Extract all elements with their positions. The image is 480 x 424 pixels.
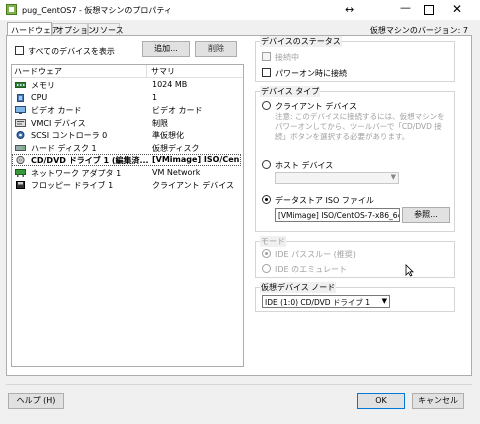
hardware-name: ネットワーク アダプタ 1 [31,168,122,178]
title-bar: pug_CentOS7 - 仮想マシンのプロパティ ↔ — ✕ [0,0,480,20]
hardware-name: VMCI デバイス [31,118,86,128]
video-card-icon [15,106,26,114]
virtual-device-node-group: 仮想デバイス ノード IDE (1:0) CD/DVD ドライブ 1 ▼ [255,282,455,312]
help-button[interactable]: ヘルプ (H) [8,393,64,409]
hardware-row[interactable]: SCSI コントローラ 0 準仮想化 [12,129,241,141]
memory-icon [15,81,26,89]
connected-label: 接続中 [275,53,299,62]
ide-emulation-radio[interactable] [262,264,271,273]
mode-title: モード [260,236,286,247]
connect-at-power-on-checkbox[interactable] [262,68,271,77]
hardware-name: ハード ディスク 1 [31,143,97,153]
ide-passthrough-radio[interactable] [262,249,271,258]
ide-passthrough-label: IDE パススルー (推奨) [275,250,356,259]
browse-button[interactable]: 参照... [402,207,450,223]
hardware-summary: [VMimage] ISO/Cen... [152,155,240,164]
column-hardware[interactable]: ハードウェア [14,66,62,77]
host-device-label: ホスト デバイス [275,161,334,170]
hardware-name: フロッピー ドライブ 1 [31,181,114,190]
virtual-device-node-select[interactable]: IDE (1:0) CD/DVD ドライブ 1 ▼ [262,295,390,308]
connect-at-power-on-label: パワーオン時に接続 [275,69,347,78]
vmci-icon [15,118,26,127]
hardware-row[interactable]: ハード ディスク 1 仮想ディスク [12,142,241,154]
floppy-icon [15,181,26,189]
hardware-row[interactable]: VMCI デバイス 制限 [12,117,241,129]
footer-divider [6,384,472,385]
add-button[interactable]: 追加... [142,41,190,57]
hardware-row[interactable]: フロッピー ドライブ 1 クライアント デバイス [12,179,241,191]
hardware-summary: 1 [152,92,158,102]
client-device-radio[interactable] [262,101,271,110]
hardware-row[interactable]: メモリ 1024 MB [12,79,241,91]
cd-dvd-icon [15,155,26,165]
datastore-iso-path-field[interactable]: [VMimage] ISO/CentOS-7-x86_64-Mi [275,208,400,222]
hardware-summary: 1024 MB [152,80,188,89]
virtual-device-node-title: 仮想デバイス ノード [260,282,337,293]
minimize-icon[interactable]: — [400,1,411,14]
hard-disk-icon [15,144,26,152]
cpu-icon [15,93,26,102]
hardware-summary: 準仮想化 [152,131,184,140]
hardware-row[interactable]: ネットワーク アダプタ 1 VM Network [12,167,241,179]
scsi-icon [15,131,26,139]
network-adapter-icon [15,168,26,177]
hardware-row[interactable]: CD/DVD ドライブ 1 (編集済... [VMimage] ISO/Cen..… [12,154,241,166]
chevron-down-icon: ▼ [390,173,396,181]
datastore-iso-radio[interactable] [262,195,271,204]
show-all-devices-checkbox[interactable] [15,46,24,55]
close-icon[interactable]: ✕ [452,2,462,16]
mode-group: モード IDE パススルー (推奨) IDE のエミュレート [255,236,455,278]
app-icon [6,4,17,15]
window-title: pug_CentOS7 - 仮想マシンのプロパティ [22,6,172,15]
ok-button[interactable]: OK [357,393,405,409]
device-status-group: デバイスのステータス 接続中 パワーオン時に接続 [255,36,455,82]
hardware-row[interactable]: CPU 1 [12,92,241,104]
hardware-list-header: ハードウェア サマリ [12,65,243,78]
hardware-summary: クライアント デバイス [152,181,234,190]
device-status-title: デバイスのステータス [260,36,342,47]
cancel-button[interactable]: キャンセル [412,393,464,409]
hardware-name: メモリ [31,81,55,90]
hardware-name: SCSI コントローラ 0 [31,131,108,140]
hardware-summary: VM Network [152,167,201,177]
connected-checkbox[interactable] [262,52,271,61]
hardware-summary: ビデオ カード [152,106,203,115]
remove-button[interactable]: 削除 [195,41,237,57]
device-type-title: デバイス タイプ [260,86,321,97]
hardware-list[interactable]: ハードウェア サマリ メモリ 1024 MB CPU 1 ビデオ カード ビデオ カード V… [11,64,244,367]
hardware-row[interactable]: ビデオ カード ビデオ カード [12,104,241,116]
device-type-group: デバイス タイプ クライアント デバイス 注意: このデバイスに接続するには、仮… [255,86,455,232]
maximize-icon[interactable] [424,5,434,15]
chevron-down-icon: ▼ [381,297,387,305]
mouse-pointer-icon [405,264,414,279]
hardware-name: ビデオ カード [31,106,82,115]
tab-hardware[interactable]: ハードウェア [7,22,59,36]
ide-emulation-label: IDE のエミュレート [275,265,347,274]
hardware-name: CPU [31,92,48,102]
move-cursor-icon: ↔ [345,3,355,16]
host-device-radio[interactable] [262,160,271,169]
show-all-devices-label: すべてのデバイスを表示 [28,47,115,56]
client-device-note: 注意: このデバイスに接続するには、仮想マシンをパワーオンしてから、ツールバーで… [275,112,445,141]
column-summary[interactable]: サマリ [151,66,175,77]
host-device-select[interactable]: ▼ [275,172,399,184]
hardware-summary: 仮想ディスク [152,143,200,153]
hardware-summary: 制限 [152,118,168,128]
hardware-name: CD/DVD ドライブ 1 (編集済... [31,156,149,165]
client-device-label: クライアント デバイス [275,102,357,111]
datastore-iso-label: データストア ISO ファイル [275,196,374,205]
tab-panel: すべてのデバイスを表示 追加... 削除 ハードウェア サマリ メモリ 1024 … [6,35,472,376]
